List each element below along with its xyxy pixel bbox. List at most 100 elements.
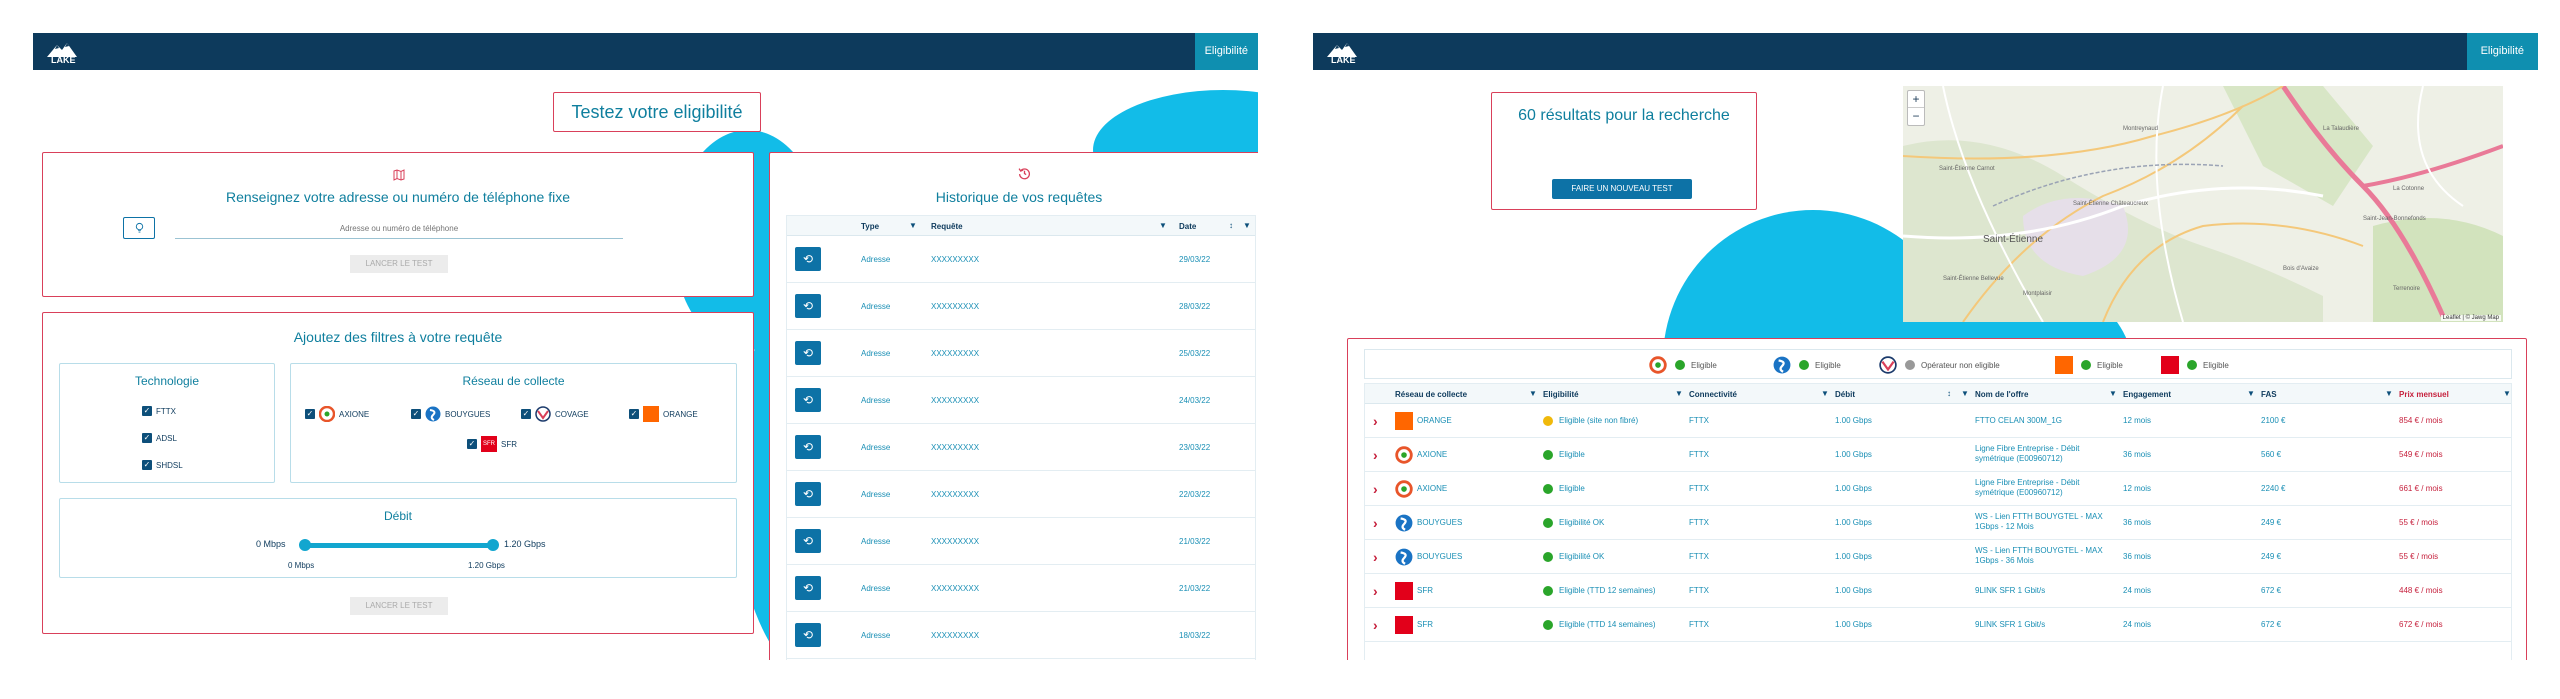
filter-icon[interactable]: ▼: [1961, 389, 1969, 398]
launch-test-button[interactable]: LANCER LE TEST: [350, 255, 448, 273]
sort-icon[interactable]: ↕: [1947, 389, 1951, 398]
replay-button[interactable]: ⟲: [795, 388, 821, 412]
history-row[interactable]: ⟲ Adresse XXXXXXXXX 18/03/22: [787, 612, 1255, 659]
replay-button[interactable]: ⟲: [795, 482, 821, 506]
network-option-axione[interactable]: ✓ AXIONE: [305, 406, 369, 422]
column-header-date[interactable]: Date: [1179, 222, 1196, 231]
history-row[interactable]: ⟲ Adresse XXXXXXXXX 25/03/22: [787, 330, 1255, 377]
map[interactable]: + − Saint-Étienne Saint-Étienne Châteauc…: [1903, 86, 2503, 322]
filter-icon[interactable]: ▼: [1159, 221, 1167, 230]
expand-chevron-icon[interactable]: ›: [1373, 515, 1378, 531]
legend-status: Eligible: [1815, 360, 1841, 370]
replay-button[interactable]: ⟲: [795, 623, 821, 647]
new-test-button[interactable]: FAIRE UN NOUVEAU TEST: [1552, 179, 1692, 199]
column-header[interactable]: Prix mensuel: [2399, 390, 2449, 399]
filter-icon[interactable]: ▼: [1821, 389, 1829, 398]
filter-icon[interactable]: ▼: [2247, 389, 2255, 398]
filter-icon[interactable]: ▼: [909, 221, 917, 230]
network-option-covage[interactable]: ✓ COVAGE: [521, 406, 589, 422]
history-date: 28/03/22: [1179, 302, 1211, 311]
replay-button[interactable]: ⟲: [795, 576, 821, 600]
column-header-type[interactable]: Type: [861, 222, 879, 231]
bouygues-logo-icon: [1395, 548, 1413, 566]
result-row[interactable]: › SFR Eligible (TTD 12 semaines) FTTX 1.00 G…: [1365, 574, 2511, 608]
result-commitment: 36 mois: [2123, 552, 2152, 561]
result-row[interactable]: › ORANGE Eligible (site non fibré) FTTX 1.00…: [1365, 404, 2511, 438]
launch-test-button-filters[interactable]: LANCER LE TEST: [350, 597, 448, 615]
nav-tab-eligibility[interactable]: Eligibilité: [1194, 33, 1258, 70]
result-row[interactable]: › AXIONE Eligible FTTX 1.00 Gbps Ligne Fibre …: [1365, 472, 2511, 506]
result-row[interactable]: › BOUYGUES Eligibilité OK FTTX 1.00 Gbps WS -…: [1365, 540, 2511, 574]
result-price: 672 € / mois: [2399, 620, 2443, 629]
result-fas: 2100 €: [2261, 416, 2286, 425]
sort-icon[interactable]: ↕: [1229, 221, 1233, 230]
filter-icon[interactable]: ▼: [1243, 221, 1251, 230]
map-label: Bois d'Avaize: [2283, 266, 2319, 272]
column-header[interactable]: Nom de l'offre: [1975, 390, 2028, 399]
nav-tab-eligibility[interactable]: Eligibilité: [2466, 33, 2538, 70]
replay-button[interactable]: ⟲: [795, 341, 821, 365]
map-attribution[interactable]: Leaflet | © Jawg Map: [2440, 315, 2501, 321]
filter-icon[interactable]: ▼: [1675, 389, 1683, 398]
result-fas: 249 €: [2261, 552, 2282, 561]
result-row[interactable]: › BOUYGUES Eligibilité OK FTTX 1.00 Gbps WS -…: [1365, 506, 2511, 540]
history-row[interactable]: ⟲ Adresse XXXXXXXXX 21/03/22: [787, 518, 1255, 565]
expand-chevron-icon[interactable]: ›: [1373, 413, 1378, 429]
filter-icon[interactable]: ▼: [2503, 389, 2511, 398]
result-price: 55 € / mois: [2399, 518, 2439, 527]
status-dot: [1543, 518, 1553, 528]
history-row[interactable]: ⟲ Adresse XXXXXXXXX 22/03/22: [787, 471, 1255, 518]
result-row[interactable]: › AXIONE Eligible FTTX 1.00 Gbps Ligne Fibre …: [1365, 438, 2511, 472]
network-option-orange[interactable]: ✓ ORANGE: [629, 406, 698, 422]
results-table-card: Eligible Eligible Opérateur non eligible El…: [1347, 338, 2527, 660]
expand-chevron-icon[interactable]: ›: [1373, 617, 1378, 633]
technology-option-fttx[interactable]: ✓ FTTX: [142, 406, 176, 416]
zoom-in-button[interactable]: +: [1908, 91, 1924, 108]
history-row[interactable]: ⟲ Adresse XXXXXXXXX 24/03/22: [787, 377, 1255, 424]
history-row[interactable]: ⟲ Adresse XXXXXXXXX 28/03/22: [787, 283, 1255, 330]
legend-status: Opérateur non eligible: [1921, 360, 2000, 370]
lightbulb-button[interactable]: [123, 217, 155, 239]
network-filter: Réseau de collecte ✓ AXIONE ✓ BOUYGUES ✓…: [290, 363, 737, 483]
column-header[interactable]: Eligibilité: [1543, 390, 1579, 399]
result-connectivity: FTTX: [1689, 552, 1709, 561]
column-header[interactable]: Réseau de collecte: [1395, 390, 1467, 399]
history-date: 25/03/22: [1179, 349, 1211, 358]
replay-button[interactable]: ⟲: [795, 247, 821, 271]
filter-icon[interactable]: ▼: [1529, 389, 1537, 398]
results-screen: LAKE Eligibilité 60 résultats pour la re…: [1280, 0, 2560, 699]
column-header[interactable]: Débit: [1835, 390, 1855, 399]
column-header-query[interactable]: Requête: [931, 222, 963, 231]
filter-icon[interactable]: ▼: [2385, 389, 2393, 398]
speed-slider-max-handle[interactable]: [487, 539, 499, 551]
zoom-out-button[interactable]: −: [1908, 108, 1924, 125]
history-type: Adresse: [861, 537, 891, 546]
network-option-sfr[interactable]: ✓ SFR SFR: [467, 436, 517, 452]
speed-slider-track[interactable]: [305, 543, 493, 548]
technology-option-adsl[interactable]: ✓ ADSL: [142, 433, 177, 443]
expand-chevron-icon[interactable]: ›: [1373, 447, 1378, 463]
column-header[interactable]: Engagement: [2123, 390, 2171, 399]
result-connectivity: FTTX: [1689, 586, 1709, 595]
network-option-bouygues[interactable]: ✓ BOUYGUES: [411, 406, 490, 422]
filter-icon[interactable]: ▼: [2109, 389, 2117, 398]
history-row[interactable]: ⟲ Adresse XXXXXXXXX 21/03/22: [787, 565, 1255, 612]
replay-button[interactable]: ⟲: [795, 529, 821, 553]
column-header[interactable]: FAS: [2261, 390, 2277, 399]
expand-chevron-icon[interactable]: ›: [1373, 583, 1378, 599]
replay-button[interactable]: ⟲: [795, 294, 821, 318]
expand-chevron-icon[interactable]: ›: [1373, 549, 1378, 565]
result-row[interactable]: › SFR Eligible (TTD 14 semaines) FTTX 1.00 G…: [1365, 608, 2511, 642]
speed-slider-min-handle[interactable]: [299, 539, 311, 551]
replay-button[interactable]: ⟲: [795, 435, 821, 459]
technology-option-shdsl[interactable]: ✓ SHDSL: [142, 460, 183, 470]
history-row[interactable]: ⟲ Adresse XXXXXXXXX 23/03/22: [787, 424, 1255, 471]
eligibility-text: Eligibilité OK: [1559, 518, 1605, 528]
sfr-logo-icon: [2161, 356, 2179, 374]
expand-chevron-icon[interactable]: ›: [1373, 481, 1378, 497]
address-input[interactable]: [175, 219, 623, 239]
column-header[interactable]: Connectivité: [1689, 390, 1737, 399]
history-row[interactable]: ⟲ Adresse XXXXXXXXX 29/03/22: [787, 236, 1255, 283]
status-dot: [1799, 360, 1809, 370]
history-type: Adresse: [861, 443, 891, 452]
